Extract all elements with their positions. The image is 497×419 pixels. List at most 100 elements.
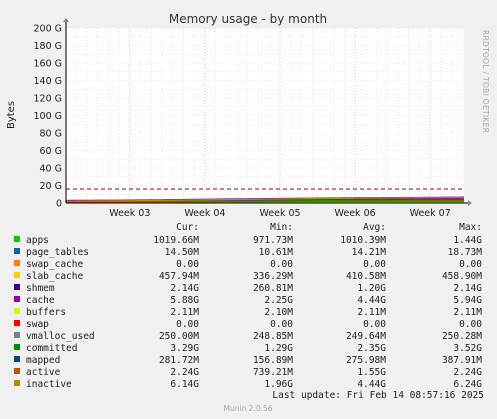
legend-value-min: 2.10M [264, 307, 293, 318]
legend-value-min: 156.89M [253, 355, 293, 366]
chart-title: Memory usage - by month [169, 12, 327, 26]
legend-value-max: 18.73M [448, 247, 483, 258]
legend-value-cur: 14.50M [165, 247, 200, 258]
legend-value-max: 3.52G [453, 343, 482, 354]
legend-value-min: 248.85M [253, 331, 293, 342]
x-tick-label: Week 06 [335, 208, 376, 219]
legend-swatch [14, 236, 20, 242]
legend-label: vmalloc_used [26, 331, 95, 342]
legend-value-cur: 1019.66M [153, 235, 199, 246]
legend-swatch [14, 356, 20, 362]
legend-value-avg: 1010.39M [340, 235, 386, 246]
legend-label: slab_cache [26, 271, 83, 282]
legend-value-max: 458.90M [442, 271, 482, 282]
legend-header: Cur: [176, 222, 199, 233]
legend-value-min: 0.00 [270, 319, 293, 330]
y-tick-label: 160 G [33, 59, 62, 70]
legend-value-min: 10.61M [259, 247, 294, 258]
legend-value-max: 6.24G [453, 379, 482, 390]
y-tick-label: 80 G [40, 129, 62, 140]
legend-value-cur: 0.00 [176, 259, 199, 270]
legend-value-avg: 1.55G [357, 367, 386, 378]
legend-value-max: 1.44G [453, 235, 482, 246]
legend-value-min: 739.21M [253, 367, 293, 378]
legend-value-min: 1.29G [264, 343, 293, 354]
legend-value-cur: 2.11M [170, 307, 199, 318]
y-tick-label: 40 G [40, 164, 62, 175]
legend-value-max: 250.28M [442, 331, 482, 342]
legend-header: Min: [270, 222, 293, 233]
legend-value-avg: 0.00 [363, 259, 386, 270]
legend-value-max: 2.11M [453, 307, 482, 318]
legend-label: buffers [26, 307, 66, 318]
legend-value-max: 0.00 [459, 319, 482, 330]
legend-swatch [14, 368, 20, 374]
legend-swatch [14, 248, 20, 254]
legend-label: inactive [26, 379, 72, 390]
legend-value-min: 971.73M [253, 235, 293, 246]
legend-label: committed [26, 343, 77, 354]
y-tick-label: 180 G [33, 41, 62, 52]
y-tick-label: 140 G [33, 76, 62, 87]
legend-swatch [14, 260, 20, 266]
x-tick-label: Week 03 [109, 208, 150, 219]
legend-value-min: 260.81M [253, 283, 293, 294]
legend-value-cur: 281.72M [159, 355, 199, 366]
legend-label: mapped [26, 355, 60, 366]
legend-swatch [14, 308, 20, 314]
legend-swatch [14, 284, 20, 290]
legend-label: active [26, 367, 61, 378]
legend-value-avg: 1.20G [357, 283, 386, 294]
legend-value-cur: 5.88G [170, 295, 199, 306]
legend-value-min: 0.00 [270, 259, 293, 270]
legend-swatch [14, 344, 20, 350]
legend-value-avg: 410.58M [346, 271, 386, 282]
legend-label: shmem [26, 283, 55, 294]
munin-version: Munin 2.0.56 [223, 404, 272, 413]
legend-value-avg: 0.00 [363, 319, 386, 330]
x-tick-label: Week 05 [259, 208, 300, 219]
legend-value-cur: 250.00M [159, 331, 199, 342]
legend-swatch [14, 380, 20, 386]
legend-label: swap [26, 319, 49, 330]
legend-value-max: 2.24G [453, 367, 482, 378]
y-tick-label: 100 G [33, 111, 62, 122]
legend-label: swap_cache [26, 259, 83, 270]
legend-header: Avg: [363, 222, 386, 233]
legend-value-cur: 2.14G [170, 283, 199, 294]
legend-value-cur: 2.24G [170, 367, 199, 378]
legend-value-cur: 3.29G [170, 343, 199, 354]
legend-swatch [14, 332, 20, 338]
y-axis-label: Bytes [6, 101, 17, 129]
legend-value-avg: 4.44G [357, 379, 386, 390]
y-tick-label: 0 [56, 199, 62, 210]
legend-value-avg: 249.64M [346, 331, 386, 342]
legend-value-avg: 2.35G [357, 343, 386, 354]
rrdtool-side-label: RRDTOOL / TOBI OETIKER [481, 30, 490, 133]
legend-value-min: 1.96G [264, 379, 293, 390]
legend-value-max: 387.91M [442, 355, 482, 366]
memory-usage-chart: Memory usage - by month RRDTOOL / TOBI O… [0, 0, 497, 419]
legend-value-max: 5.94G [453, 295, 482, 306]
legend-value-avg: 275.98M [346, 355, 386, 366]
y-tick-label: 60 G [40, 146, 62, 157]
legend-value-avg: 4.44G [357, 295, 386, 306]
legend-label: page_tables [26, 247, 89, 258]
legend-header: Max: [459, 222, 482, 233]
legend-label: apps [26, 235, 49, 246]
y-tick-label: 200 G [33, 24, 62, 35]
x-tick-label: Week 04 [184, 208, 225, 219]
y-tick-label: 20 G [40, 181, 62, 192]
legend-value-avg: 14.21M [352, 247, 387, 258]
legend-label: cache [26, 295, 55, 306]
legend-swatch [14, 296, 20, 302]
legend-value-max: 0.00 [459, 259, 482, 270]
legend-value-cur: 0.00 [176, 319, 199, 330]
legend-swatch [14, 320, 20, 326]
x-tick-label: Week 07 [410, 208, 451, 219]
legend-value-cur: 6.14G [170, 379, 199, 390]
legend-swatch [14, 272, 20, 278]
legend-value-min: 2.25G [264, 295, 293, 306]
last-update: Last update: Fri Feb 14 08:57:16 2025 [272, 390, 484, 401]
legend-value-cur: 457.94M [159, 271, 199, 282]
